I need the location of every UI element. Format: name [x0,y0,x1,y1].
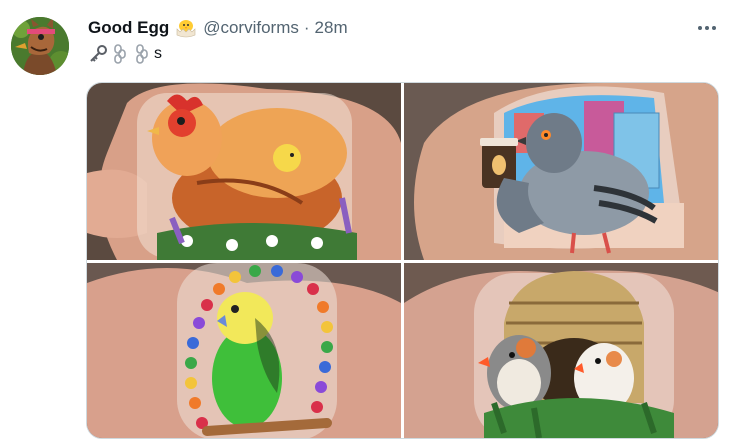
photo-chicken-charm[interactable] [87,83,401,260]
separator-dot: · [303,18,310,37]
photo-pigeon-charm[interactable] [404,83,718,260]
timestamp[interactable]: 28m [315,18,348,38]
user-handle[interactable]: @corviforms [203,18,299,38]
hatching-chick-icon [175,18,197,38]
tweet-header: Good Egg @corviforms · 28m [88,16,348,40]
photo-budgie-charm[interactable] [87,263,401,438]
media-grid [86,82,719,439]
display-name[interactable]: Good Egg [88,18,169,38]
chain-icon [132,44,152,64]
old-key-icon [88,44,108,64]
chain-icon [110,44,130,64]
avatar[interactable] [11,17,69,75]
more-dots-icon[interactable] [695,16,719,40]
photo-finches-charm[interactable] [404,263,718,438]
tweet-text-body: s [154,45,162,62]
tweet[interactable]: Good Egg @corviforms · 28m s [0,0,733,445]
tweet-text: s [88,43,162,65]
